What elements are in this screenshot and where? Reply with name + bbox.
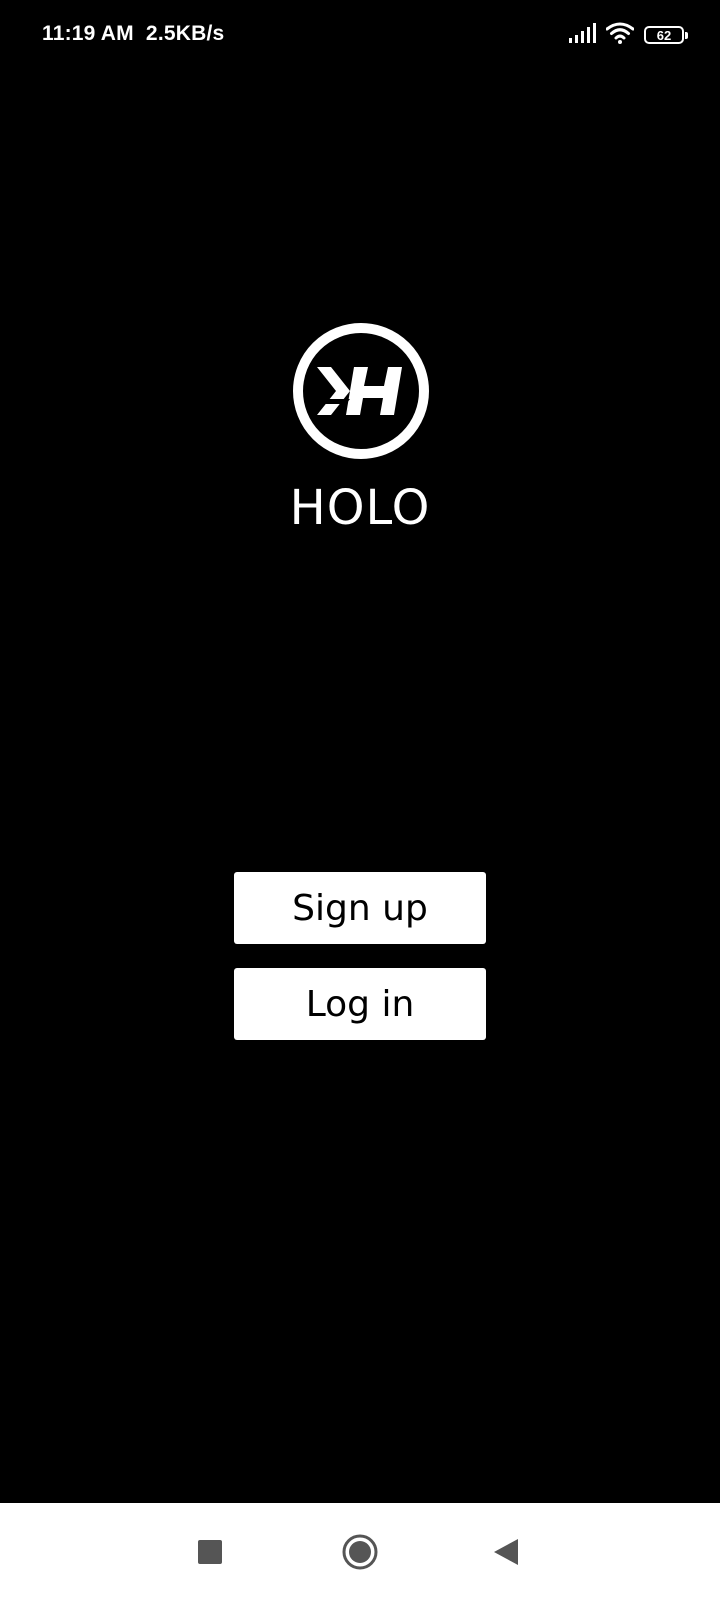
status-time-speed: 11:19 AM 2.5KB/s <box>42 22 225 45</box>
status-icons: 62 <box>568 22 688 49</box>
log-in-button[interactable]: Log in <box>234 968 486 1040</box>
battery-level: 62 <box>656 27 672 43</box>
wifi-icon <box>605 22 635 49</box>
recent-apps-icon[interactable] <box>185 1527 235 1577</box>
brand-name: HOLO <box>289 480 431 536</box>
signal-icon <box>568 22 596 48</box>
welcome-screen: 11:19 AM 2.5KB/s 62 HOLO Sign up Log in <box>0 0 720 1600</box>
status-bar: 11:19 AM 2.5KB/s 62 <box>0 0 720 70</box>
back-icon[interactable] <box>481 1527 531 1577</box>
holo-logo-icon <box>290 320 432 462</box>
home-icon[interactable] <box>335 1527 385 1577</box>
battery-icon: 62 <box>644 26 688 44</box>
sign-up-button[interactable]: Sign up <box>234 872 486 944</box>
system-navigation-bar <box>0 1503 720 1600</box>
